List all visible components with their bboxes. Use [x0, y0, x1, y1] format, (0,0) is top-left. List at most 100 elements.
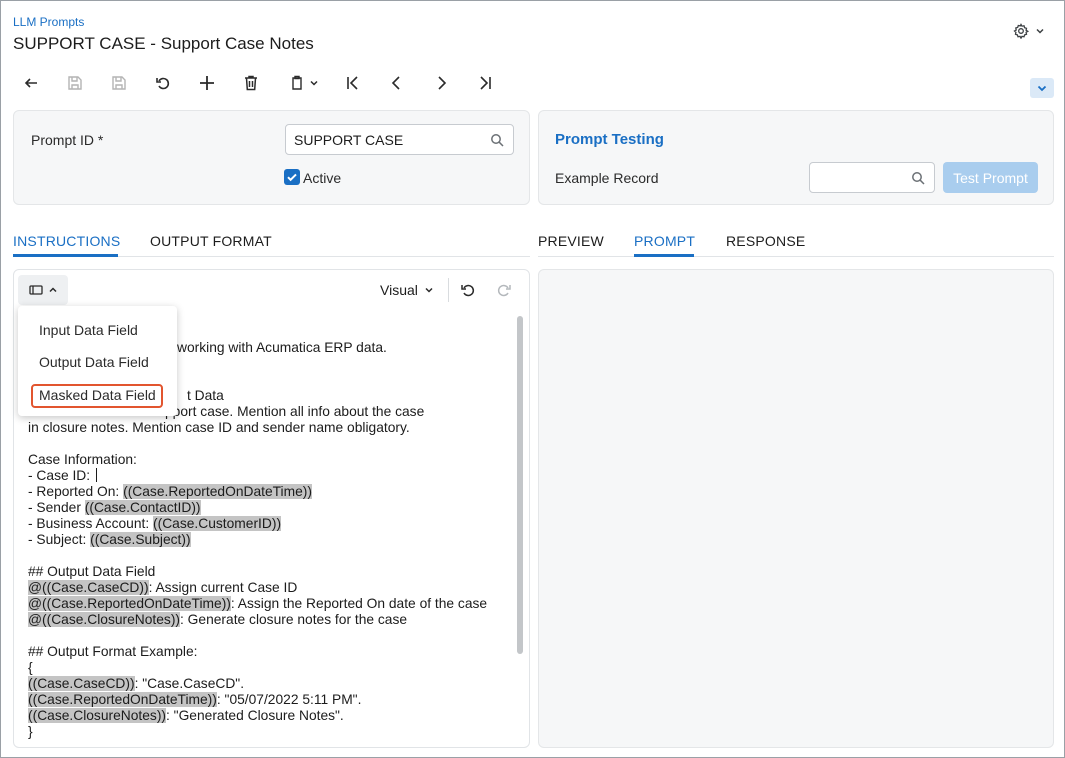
field-token: @((Case.CaseCD))	[28, 580, 149, 595]
insert-field-button[interactable]	[18, 275, 68, 305]
menu-item-output-data-field[interactable]: Output Data Field	[39, 354, 149, 370]
field-token: ((Case.Subject))	[90, 532, 191, 547]
toolbar-separator	[448, 278, 449, 302]
text-segment: : "05/07/2022 5:11 PM".	[216, 692, 362, 707]
text-segment: : "Case.CaseCD".	[134, 676, 245, 691]
tab-preview[interactable]: PREVIEW	[538, 233, 604, 249]
save-icon	[112, 76, 126, 90]
collapse-header-button[interactable]	[1030, 78, 1054, 98]
redo-icon	[497, 284, 511, 297]
editor-mode-select[interactable]: Visual	[380, 280, 434, 300]
page-title: SUPPORT CASE - Support Case Notes	[13, 34, 314, 53]
text-segment: : "Generated Closure Notes".	[166, 708, 344, 723]
text-segment: }	[28, 724, 33, 739]
editor-scrollbar[interactable]	[517, 316, 523, 654]
prompt-id-input[interactable]	[285, 124, 514, 155]
editor-line: }	[28, 724, 508, 740]
editor-redo-button[interactable]	[494, 280, 514, 300]
active-label[interactable]: Active	[303, 170, 341, 186]
right-tab-indicator	[634, 254, 694, 257]
active-checkbox[interactable]	[284, 169, 300, 185]
copy-paste-icon	[291, 75, 302, 90]
undo-arrow-icon	[24, 78, 37, 88]
editor-line: - Reported On: ((Case.ReportedOnDateTime…	[28, 484, 508, 500]
save-and-close-button[interactable]	[63, 71, 87, 95]
editor-line: - Subject: ((Case.Subject))	[28, 532, 508, 548]
left-tab-indicator	[13, 254, 118, 257]
editor-line: Case Information:	[28, 452, 508, 468]
summary-panel: Prompt ID * Active	[13, 110, 530, 205]
app-window: LLM Prompts SUPPORT CASE - Support Case …	[0, 0, 1065, 758]
editor-toolbar: Visual	[14, 270, 529, 310]
text-segment: : Assign the Reported On date of the cas…	[230, 596, 488, 611]
text-segment: working with Acumatica ERP data.	[177, 340, 387, 355]
example-record-label: Example Record	[555, 170, 659, 186]
chevron-up-icon	[48, 287, 57, 293]
save-button[interactable]	[107, 71, 131, 95]
editor-mode-label: Visual	[380, 282, 418, 298]
chevron-down-icon	[425, 287, 433, 293]
text-segment: : Assign current Case ID	[148, 580, 298, 595]
text-segment: in closure notes. Mention case ID and se…	[28, 420, 410, 435]
undo-arrow-button[interactable]	[19, 71, 43, 95]
gear-icon	[1013, 23, 1029, 39]
first-record-button[interactable]	[341, 71, 365, 95]
text-segment: ## Output Data Field	[28, 564, 156, 579]
editor-line: ((Case.ReportedOnDateTime)): "05/07/2022…	[28, 692, 508, 708]
tab-prompt[interactable]: PROMPT	[634, 233, 695, 249]
editor-line: in closure notes. Mention case ID and se…	[28, 420, 508, 436]
field-token: ((Case.ClosureNotes))	[28, 708, 167, 723]
editor-line: - Case ID:	[28, 468, 508, 484]
add-button[interactable]	[195, 71, 219, 95]
tab-response[interactable]: RESPONSE	[726, 233, 805, 249]
field-token: ((Case.ReportedOnDateTime))	[123, 484, 312, 499]
tab-output-format[interactable]: OUTPUT FORMAT	[150, 233, 272, 249]
test-prompt-button[interactable]: Test Prompt	[943, 162, 1038, 193]
editor-line: {	[28, 660, 508, 676]
field-token: ((Case.CustomerID))	[153, 516, 282, 531]
last-record-icon	[480, 76, 491, 90]
editor-line: ## Output Format Example:	[28, 644, 508, 660]
editor-line: ## Output Data Field	[28, 564, 508, 580]
menu-item-input-data-field[interactable]: Input Data Field	[39, 322, 138, 338]
chevron-down-icon	[309, 80, 318, 86]
cancel-button[interactable]	[151, 71, 175, 95]
text-segment: - Business Account:	[28, 516, 154, 531]
undo-icon	[461, 284, 475, 297]
editor-line: ((Case.ClosureNotes)): "Generated Closur…	[28, 708, 508, 724]
last-record-button[interactable]	[473, 71, 497, 95]
field-token: ((Case.ReportedOnDateTime))	[28, 692, 217, 707]
menu-item-masked-data-field[interactable]: Masked Data Field	[39, 387, 156, 403]
text-segment: t Data	[187, 388, 224, 403]
copy-paste-button[interactable]	[283, 71, 323, 95]
text-segment: ## Output Format Example:	[28, 644, 198, 659]
text-segment: - Reported On:	[28, 484, 124, 499]
delete-icon	[245, 75, 257, 91]
editor-line: - Business Account: ((Case.CustomerID))	[28, 516, 508, 532]
editor-undo-button[interactable]	[458, 280, 478, 300]
settings-menu[interactable]	[1013, 23, 1045, 39]
text-segment: - Subject:	[28, 532, 91, 547]
editor-line: @((Case.CaseCD)): Assign current Case ID	[28, 580, 508, 596]
breadcrumb[interactable]: LLM Prompts	[13, 15, 84, 29]
add-icon	[200, 76, 214, 90]
prompt-testing-panel: Prompt Testing Example Record Test Promp…	[538, 110, 1054, 205]
search-icon[interactable]	[490, 133, 504, 147]
editor-line: - Sender ((Case.ContactID))	[28, 500, 508, 516]
tab-instructions[interactable]: INSTRUCTIONS	[13, 233, 120, 249]
editor-line: @((Case.ReportedOnDateTime)): Assign the…	[28, 596, 508, 612]
search-icon[interactable]	[911, 171, 925, 185]
previous-record-icon	[391, 76, 400, 90]
delete-button[interactable]	[239, 71, 263, 95]
chevron-down-icon	[1037, 85, 1047, 92]
checkmark-icon	[287, 173, 297, 182]
field-token: ((Case.ContactID))	[84, 500, 201, 515]
field-token: @((Case.ReportedOnDateTime))	[28, 596, 231, 611]
chevron-down-icon	[1036, 28, 1044, 34]
next-record-button[interactable]	[429, 71, 453, 95]
previous-record-button[interactable]	[385, 71, 409, 95]
prompt-id-label: Prompt ID *	[31, 132, 104, 148]
cancel-icon	[156, 77, 170, 90]
